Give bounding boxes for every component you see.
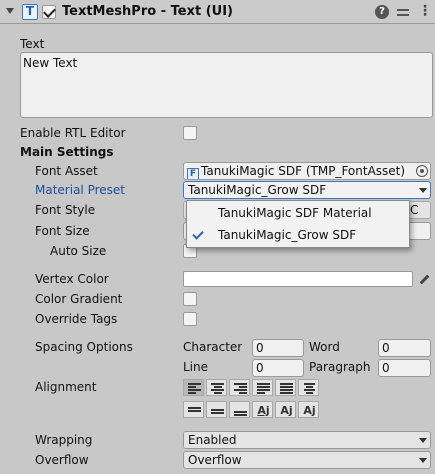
line-spacing-field[interactable]: 0 bbox=[252, 359, 304, 377]
font-asset-value: TanukiMagic SDF (TMP_FontAsset) bbox=[201, 164, 406, 178]
enable-rtl-label: Enable RTL Editor bbox=[20, 126, 126, 140]
align-middle-icon[interactable] bbox=[206, 401, 227, 418]
font-size-label: Font Size bbox=[35, 224, 90, 238]
alignment-label: Alignment bbox=[35, 380, 97, 394]
textmeshpro-component-icon: T bbox=[22, 4, 38, 20]
text-label: Text bbox=[20, 37, 45, 51]
override-tags-label: Override Tags bbox=[35, 312, 118, 326]
align-justified-icon[interactable] bbox=[252, 379, 273, 396]
overflow-dropdown[interactable]: Overflow bbox=[183, 451, 431, 469]
main-settings-heading: Main Settings bbox=[20, 145, 114, 159]
help-icon[interactable]: ? bbox=[375, 5, 389, 19]
popup-item-tanukimagic-sdf-material[interactable]: TanukiMagic SDF Material bbox=[187, 202, 409, 224]
align-capline-icon[interactable]: Aj bbox=[298, 401, 319, 418]
align-left-icon[interactable] bbox=[183, 379, 204, 396]
material-preset-popup: TanukiMagic SDF Material TanukiMagic_Gro… bbox=[186, 200, 410, 248]
color-gradient-checkbox[interactable] bbox=[183, 292, 197, 306]
baseline-glyph: Aj bbox=[257, 404, 270, 417]
material-preset-dropdown[interactable]: TanukiMagic_Grow SDF bbox=[183, 181, 431, 199]
checkmark-icon bbox=[192, 228, 204, 240]
popup-item-label: TanukiMagic_Grow SDF bbox=[218, 228, 357, 242]
font-asset-field[interactable]: F TanukiMagic SDF (TMP_FontAsset) bbox=[183, 162, 431, 180]
align-geometry-center-icon[interactable] bbox=[298, 379, 319, 396]
chevron-down-icon bbox=[419, 458, 427, 463]
spacing-options-label: Spacing Options bbox=[35, 340, 133, 354]
align-right-icon[interactable] bbox=[229, 379, 250, 396]
wrapping-value: Enabled bbox=[188, 433, 237, 447]
overflow-value: Overflow bbox=[188, 453, 242, 467]
presets-icon[interactable] bbox=[396, 5, 410, 19]
character-spacing-field[interactable]: 0 bbox=[252, 339, 304, 357]
context-menu-icon[interactable]: ⋮ bbox=[418, 4, 432, 19]
foldout-arrow-icon[interactable] bbox=[6, 8, 14, 14]
font-style-button-smallcaps[interactable]: C bbox=[410, 203, 418, 217]
vertex-color-label: Vertex Color bbox=[35, 272, 109, 286]
vertex-color-field[interactable] bbox=[183, 271, 413, 287]
line-spacing-label: Line bbox=[183, 360, 209, 374]
chevron-down-icon bbox=[419, 438, 427, 443]
override-tags-checkbox[interactable] bbox=[183, 312, 197, 326]
popup-item-tanukimagic-grow-sdf[interactable]: TanukiMagic_Grow SDF bbox=[187, 224, 409, 246]
word-spacing-field[interactable]: 0 bbox=[378, 339, 431, 357]
align-top-icon[interactable] bbox=[183, 401, 204, 418]
wrapping-dropdown[interactable]: Enabled bbox=[183, 431, 431, 449]
align-center-icon[interactable] bbox=[206, 379, 227, 396]
material-preset-label: Material Preset bbox=[35, 183, 125, 197]
font-style-label: Font Style bbox=[35, 203, 96, 217]
text-input-area[interactable]: New Text bbox=[20, 52, 433, 118]
eyedropper-icon[interactable] bbox=[417, 272, 431, 286]
material-preset-value: TanukiMagic_Grow SDF bbox=[188, 183, 327, 197]
align-midline-icon[interactable]: Aj bbox=[275, 401, 296, 418]
wrapping-label: Wrapping bbox=[35, 433, 93, 447]
component-header: T TextMeshPro - Text (UI) ? ⋮ bbox=[0, 0, 435, 24]
auto-size-label: Auto Size bbox=[50, 244, 107, 258]
word-spacing-label: Word bbox=[309, 340, 340, 354]
midline-glyph: Aj bbox=[280, 404, 293, 417]
paragraph-spacing-label: Paragraph bbox=[309, 360, 371, 374]
component-title: TextMeshPro - Text (UI) bbox=[62, 4, 233, 19]
capline-glyph: Aj bbox=[303, 404, 316, 417]
component-enabled-checkbox[interactable] bbox=[42, 5, 56, 19]
overflow-label: Overflow bbox=[35, 453, 89, 467]
align-flush-icon[interactable] bbox=[275, 379, 296, 396]
enable-rtl-checkbox[interactable] bbox=[183, 126, 197, 140]
character-spacing-label: Character bbox=[183, 340, 243, 354]
chevron-down-icon bbox=[419, 188, 427, 193]
align-bottom-icon[interactable] bbox=[229, 401, 250, 418]
color-gradient-label: Color Gradient bbox=[35, 292, 123, 306]
align-baseline-icon[interactable]: Aj bbox=[252, 401, 273, 418]
object-picker-icon[interactable] bbox=[416, 165, 428, 177]
font-asset-label: Font Asset bbox=[35, 164, 98, 178]
popup-item-label: TanukiMagic SDF Material bbox=[218, 206, 372, 220]
font-asset-icon: F bbox=[187, 168, 199, 179]
paragraph-spacing-field[interactable]: 0 bbox=[378, 359, 431, 377]
